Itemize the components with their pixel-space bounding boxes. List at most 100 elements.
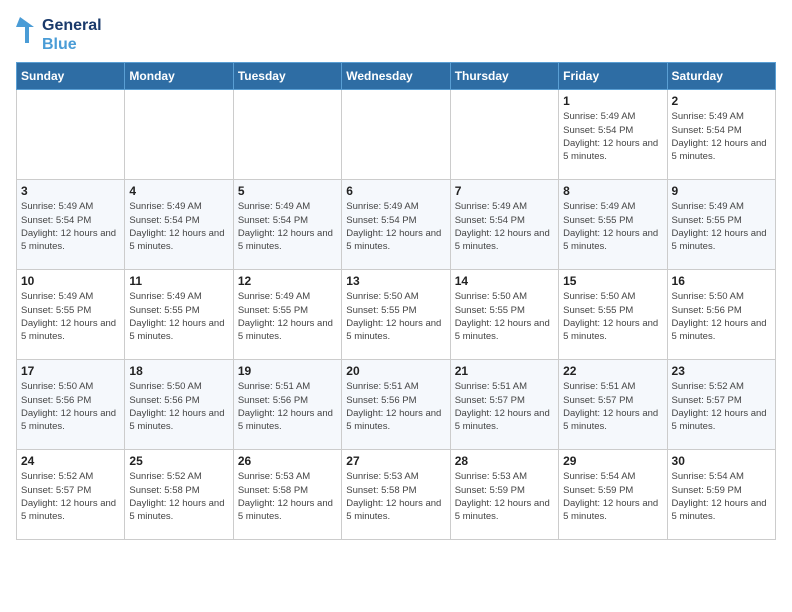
day-info: Sunrise: 5:51 AM Sunset: 5:56 PM Dayligh… xyxy=(238,380,337,433)
calendar-cell: 19 Sunrise: 5:51 AM Sunset: 5:56 PM Dayli… xyxy=(233,360,341,450)
day-number: 15 xyxy=(563,274,662,288)
day-info: Sunrise: 5:53 AM Sunset: 5:58 PM Dayligh… xyxy=(346,470,445,523)
day-number: 13 xyxy=(346,274,445,288)
day-info: Sunrise: 5:54 AM Sunset: 5:59 PM Dayligh… xyxy=(563,470,662,523)
day-info: Sunrise: 5:49 AM Sunset: 5:54 PM Dayligh… xyxy=(455,200,554,253)
day-info: Sunrise: 5:49 AM Sunset: 5:54 PM Dayligh… xyxy=(238,200,337,253)
day-info: Sunrise: 5:50 AM Sunset: 5:56 PM Dayligh… xyxy=(21,380,120,433)
day-number: 2 xyxy=(672,94,771,108)
day-number: 22 xyxy=(563,364,662,378)
calendar-cell: 8 Sunrise: 5:49 AM Sunset: 5:55 PM Daylig… xyxy=(559,180,667,270)
day-info: Sunrise: 5:49 AM Sunset: 5:54 PM Dayligh… xyxy=(21,200,120,253)
logo-line1: General xyxy=(42,16,102,35)
week-row-4: 17 Sunrise: 5:50 AM Sunset: 5:56 PM Dayli… xyxy=(17,360,776,450)
calendar-cell: 13 Sunrise: 5:50 AM Sunset: 5:55 PM Dayli… xyxy=(342,270,450,360)
day-number: 29 xyxy=(563,454,662,468)
day-info: Sunrise: 5:52 AM Sunset: 5:57 PM Dayligh… xyxy=(21,470,120,523)
day-info: Sunrise: 5:50 AM Sunset: 5:55 PM Dayligh… xyxy=(346,290,445,343)
day-number: 16 xyxy=(672,274,771,288)
calendar-cell: 16 Sunrise: 5:50 AM Sunset: 5:56 PM Dayli… xyxy=(667,270,775,360)
logo-block: General Blue xyxy=(16,16,102,54)
calendar-cell: 6 Sunrise: 5:49 AM Sunset: 5:54 PM Daylig… xyxy=(342,180,450,270)
day-number: 1 xyxy=(563,94,662,108)
day-info: Sunrise: 5:49 AM Sunset: 5:55 PM Dayligh… xyxy=(238,290,337,343)
day-number: 6 xyxy=(346,184,445,198)
day-info: Sunrise: 5:51 AM Sunset: 5:57 PM Dayligh… xyxy=(563,380,662,433)
calendar-cell: 11 Sunrise: 5:49 AM Sunset: 5:55 PM Dayli… xyxy=(125,270,233,360)
day-number: 26 xyxy=(238,454,337,468)
day-info: Sunrise: 5:49 AM Sunset: 5:55 PM Dayligh… xyxy=(129,290,228,343)
day-info: Sunrise: 5:49 AM Sunset: 5:55 PM Dayligh… xyxy=(672,200,771,253)
day-number: 28 xyxy=(455,454,554,468)
calendar-cell: 24 Sunrise: 5:52 AM Sunset: 5:57 PM Dayli… xyxy=(17,450,125,540)
calendar-cell xyxy=(233,90,341,180)
logo: General Blue xyxy=(16,16,102,54)
day-number: 3 xyxy=(21,184,120,198)
weekday-header-row: SundayMondayTuesdayWednesdayThursdayFrid… xyxy=(17,63,776,90)
calendar-cell: 29 Sunrise: 5:54 AM Sunset: 5:59 PM Dayli… xyxy=(559,450,667,540)
day-info: Sunrise: 5:50 AM Sunset: 5:55 PM Dayligh… xyxy=(563,290,662,343)
calendar-cell: 2 Sunrise: 5:49 AM Sunset: 5:54 PM Daylig… xyxy=(667,90,775,180)
day-info: Sunrise: 5:49 AM Sunset: 5:55 PM Dayligh… xyxy=(21,290,120,343)
calendar-cell: 3 Sunrise: 5:49 AM Sunset: 5:54 PM Daylig… xyxy=(17,180,125,270)
day-info: Sunrise: 5:54 AM Sunset: 5:59 PM Dayligh… xyxy=(672,470,771,523)
day-info: Sunrise: 5:49 AM Sunset: 5:55 PM Dayligh… xyxy=(563,200,662,253)
calendar-cell xyxy=(17,90,125,180)
page-header: General Blue xyxy=(16,16,776,54)
weekday-tuesday: Tuesday xyxy=(233,63,341,90)
calendar-cell: 26 Sunrise: 5:53 AM Sunset: 5:58 PM Dayli… xyxy=(233,450,341,540)
calendar-table: SundayMondayTuesdayWednesdayThursdayFrid… xyxy=(16,62,776,540)
week-row-1: 1 Sunrise: 5:49 AM Sunset: 5:54 PM Daylig… xyxy=(17,90,776,180)
day-info: Sunrise: 5:50 AM Sunset: 5:56 PM Dayligh… xyxy=(129,380,228,433)
day-number: 21 xyxy=(455,364,554,378)
day-number: 20 xyxy=(346,364,445,378)
day-info: Sunrise: 5:52 AM Sunset: 5:58 PM Dayligh… xyxy=(129,470,228,523)
calendar-cell: 14 Sunrise: 5:50 AM Sunset: 5:55 PM Dayli… xyxy=(450,270,558,360)
day-number: 10 xyxy=(21,274,120,288)
day-number: 24 xyxy=(21,454,120,468)
day-info: Sunrise: 5:53 AM Sunset: 5:59 PM Dayligh… xyxy=(455,470,554,523)
day-info: Sunrise: 5:51 AM Sunset: 5:57 PM Dayligh… xyxy=(455,380,554,433)
day-info: Sunrise: 5:52 AM Sunset: 5:57 PM Dayligh… xyxy=(672,380,771,433)
calendar-cell: 30 Sunrise: 5:54 AM Sunset: 5:59 PM Dayli… xyxy=(667,450,775,540)
calendar-cell: 23 Sunrise: 5:52 AM Sunset: 5:57 PM Dayli… xyxy=(667,360,775,450)
weekday-saturday: Saturday xyxy=(667,63,775,90)
calendar-cell: 27 Sunrise: 5:53 AM Sunset: 5:58 PM Dayli… xyxy=(342,450,450,540)
week-row-5: 24 Sunrise: 5:52 AM Sunset: 5:57 PM Dayli… xyxy=(17,450,776,540)
day-number: 11 xyxy=(129,274,228,288)
weekday-wednesday: Wednesday xyxy=(342,63,450,90)
calendar-cell: 28 Sunrise: 5:53 AM Sunset: 5:59 PM Dayli… xyxy=(450,450,558,540)
day-number: 19 xyxy=(238,364,337,378)
calendar-cell: 18 Sunrise: 5:50 AM Sunset: 5:56 PM Dayli… xyxy=(125,360,233,450)
calendar-cell: 9 Sunrise: 5:49 AM Sunset: 5:55 PM Daylig… xyxy=(667,180,775,270)
day-number: 27 xyxy=(346,454,445,468)
day-info: Sunrise: 5:50 AM Sunset: 5:55 PM Dayligh… xyxy=(455,290,554,343)
day-number: 17 xyxy=(21,364,120,378)
calendar-cell xyxy=(450,90,558,180)
day-number: 4 xyxy=(129,184,228,198)
calendar-cell: 20Sunrise: 5:51 AM Sunset: 5:56 PM Dayli… xyxy=(342,360,450,450)
calendar-cell xyxy=(342,90,450,180)
day-number: 8 xyxy=(563,184,662,198)
calendar-cell: 15 Sunrise: 5:50 AM Sunset: 5:55 PM Dayli… xyxy=(559,270,667,360)
day-info: Sunrise: 5:49 AM Sunset: 5:54 PM Dayligh… xyxy=(563,110,662,163)
day-info: Sunrise: 5:50 AM Sunset: 5:56 PM Dayligh… xyxy=(672,290,771,343)
day-info: Sunrise: 5:49 AM Sunset: 5:54 PM Dayligh… xyxy=(346,200,445,253)
weekday-friday: Friday xyxy=(559,63,667,90)
day-number: 30 xyxy=(672,454,771,468)
day-number: 18 xyxy=(129,364,228,378)
calendar-cell: 12Sunrise: 5:49 AM Sunset: 5:55 PM Dayli… xyxy=(233,270,341,360)
day-number: 9 xyxy=(672,184,771,198)
day-number: 14 xyxy=(455,274,554,288)
logo-line2: Blue xyxy=(42,35,102,54)
day-info: Sunrise: 5:53 AM Sunset: 5:58 PM Dayligh… xyxy=(238,470,337,523)
day-info: Sunrise: 5:49 AM Sunset: 5:54 PM Dayligh… xyxy=(672,110,771,163)
weekday-monday: Monday xyxy=(125,63,233,90)
calendar-cell xyxy=(125,90,233,180)
calendar-cell: 10 Sunrise: 5:49 AM Sunset: 5:55 PM Dayli… xyxy=(17,270,125,360)
week-row-2: 3 Sunrise: 5:49 AM Sunset: 5:54 PM Daylig… xyxy=(17,180,776,270)
day-number: 23 xyxy=(672,364,771,378)
week-row-3: 10 Sunrise: 5:49 AM Sunset: 5:55 PM Dayli… xyxy=(17,270,776,360)
day-number: 5 xyxy=(238,184,337,198)
calendar-cell: 25Sunrise: 5:52 AM Sunset: 5:58 PM Dayli… xyxy=(125,450,233,540)
